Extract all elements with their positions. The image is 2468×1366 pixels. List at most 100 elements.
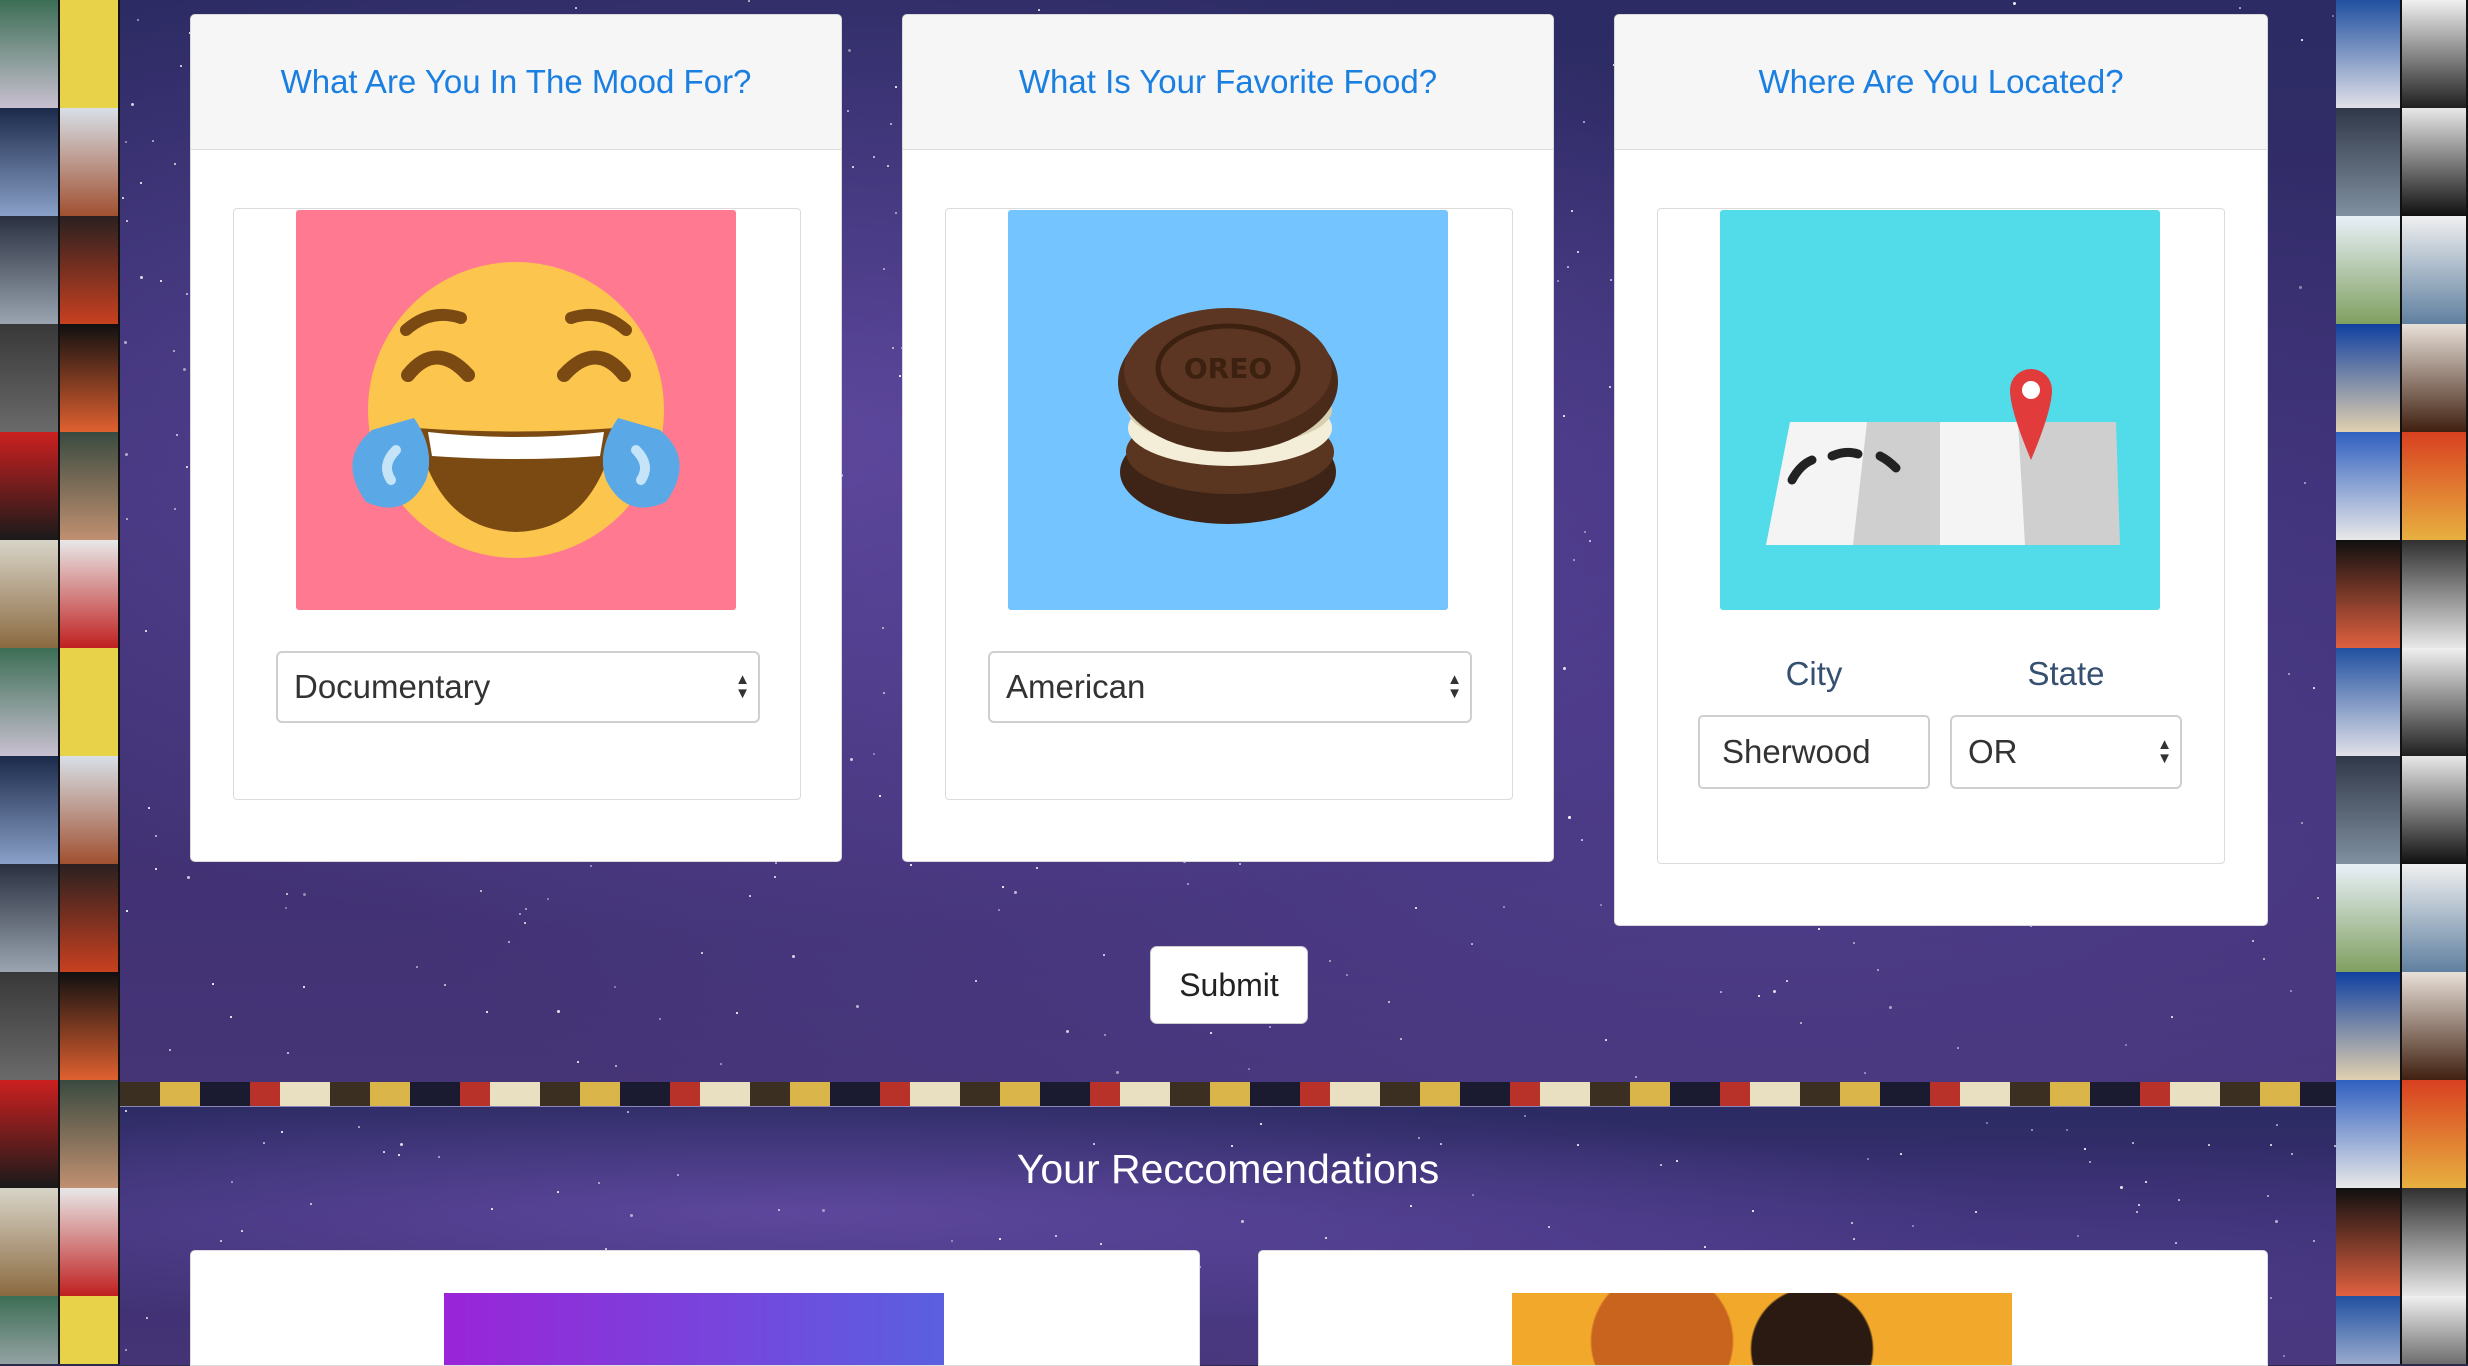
star (1720, 991, 1722, 993)
star (1241, 1220, 1244, 1223)
city-label: City (1785, 655, 1843, 692)
star (1577, 251, 1579, 253)
star (187, 876, 190, 879)
star (2136, 1211, 2138, 1213)
recommendation-card-movie[interactable] (190, 1250, 1200, 1366)
recommendations-title: Your Reccomendations (1016, 1146, 1440, 1192)
star (895, 212, 897, 214)
star (2267, 1195, 2269, 1197)
star (1851, 1222, 1853, 1224)
poster-collage-right (2336, 0, 2468, 1364)
star (1418, 1137, 1420, 1139)
star (2125, 1044, 2127, 1046)
star (1210, 1032, 1212, 1034)
star (2178, 1199, 2180, 1201)
star (590, 865, 592, 867)
star (303, 986, 305, 988)
location-panel: City State Sherwood OR ▲ ▼ (1657, 208, 2225, 864)
star (887, 165, 889, 167)
star (1975, 1211, 1977, 1213)
star (1853, 942, 1855, 944)
star (1329, 960, 1331, 962)
submit-button[interactable]: Submit (1150, 946, 1308, 1024)
star (1758, 995, 1760, 997)
star (486, 1011, 488, 1013)
select-arrows-icon: ▲ ▼ (2157, 736, 2172, 767)
svg-text:OREO: OREO (1184, 352, 1272, 385)
star (137, 19, 139, 21)
star (148, 807, 150, 809)
star (160, 280, 162, 282)
location-card-title: Where Are You Located? (1615, 15, 2267, 150)
star (183, 368, 186, 371)
star (577, 1061, 579, 1063)
recommendation-card-food[interactable] (1258, 1250, 2268, 1366)
star (1786, 980, 1788, 982)
star (285, 907, 287, 909)
star (2288, 673, 2290, 675)
star (792, 955, 795, 958)
star (2066, 1129, 2068, 1131)
star (1104, 1034, 1106, 1036)
star (212, 983, 214, 985)
star (775, 862, 777, 864)
food-card: What Is Your Favorite Food? OREO America… (902, 14, 1554, 862)
star (416, 966, 418, 968)
star (2263, 958, 2265, 960)
star (125, 141, 127, 143)
star (124, 341, 127, 344)
star (2283, 1355, 2285, 1357)
location-card: Where Are You Located? City State Sherwo… (1614, 14, 2268, 926)
star (1610, 279, 1612, 281)
star (1986, 1122, 1988, 1124)
city-input[interactable]: Sherwood (1698, 715, 1930, 789)
star (174, 508, 176, 510)
star (1400, 1038, 1402, 1040)
food-image (1512, 1293, 2012, 1365)
star (1471, 943, 1473, 945)
star (822, 1209, 825, 1212)
star (1002, 886, 1004, 888)
star (847, 110, 849, 112)
star (286, 893, 288, 895)
star (1187, 883, 1189, 885)
select-arrows-icon: ▲ ▼ (735, 671, 750, 702)
state-select[interactable]: OR ▲ ▼ (1950, 715, 2182, 789)
star (1503, 906, 1505, 908)
star (1440, 1143, 1442, 1145)
star (778, 1209, 780, 1211)
star (2299, 286, 2302, 289)
star (125, 1349, 127, 1351)
oreo-cookie-icon: OREO (1008, 210, 1448, 610)
star (2031, 1129, 2033, 1131)
star (524, 922, 526, 924)
mood-select[interactable]: Documentary ▲ ▼ (276, 651, 760, 723)
star (173, 350, 175, 352)
star (615, 1065, 617, 1067)
star (241, 1230, 243, 1232)
star (1889, 1006, 1892, 1009)
star (2301, 39, 2303, 41)
star (220, 1240, 222, 1242)
star (1103, 954, 1105, 956)
star (892, 347, 894, 349)
star (358, 1126, 360, 1128)
star (999, 1238, 1001, 1240)
star (1260, 1123, 1262, 1125)
food-card-title: What Is Your Favorite Food? (903, 15, 1553, 150)
star (1014, 891, 1017, 894)
mood-card: What Are You In The Mood For? Documentar… (190, 14, 842, 862)
star (281, 1131, 283, 1133)
star (749, 895, 751, 897)
star (1589, 540, 1591, 542)
star (899, 375, 901, 377)
food-select[interactable]: American ▲ ▼ (988, 651, 1472, 723)
star (895, 86, 897, 88)
star (614, 986, 616, 988)
star (140, 182, 142, 184)
star (2276, 1124, 2278, 1126)
star (910, 864, 912, 866)
star (736, 1012, 738, 1014)
star (508, 941, 510, 943)
star (145, 630, 147, 632)
